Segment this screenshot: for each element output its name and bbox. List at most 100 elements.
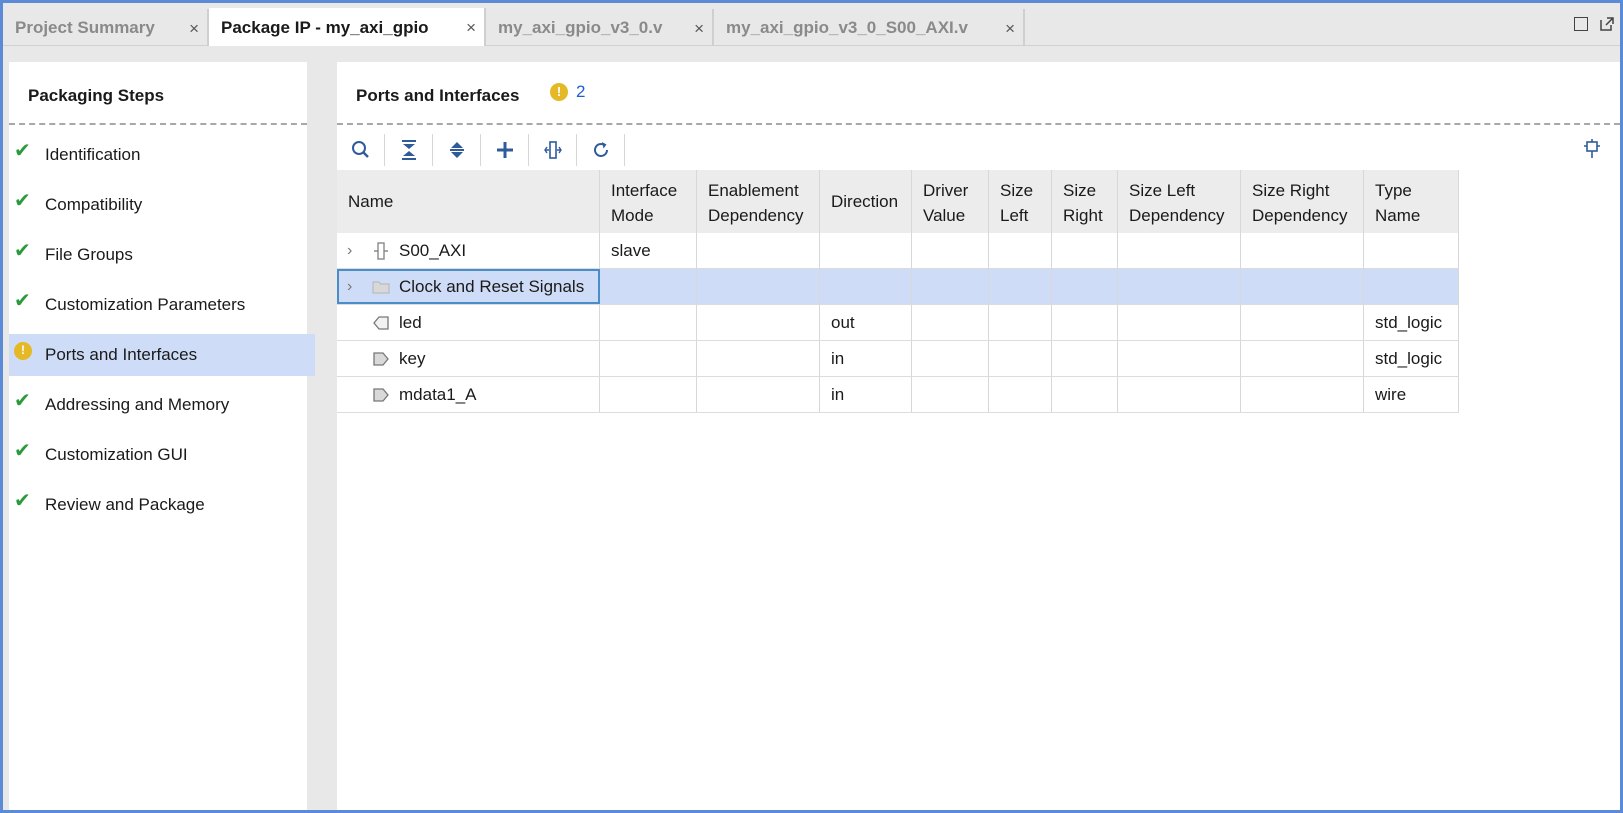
enablement-cell <box>697 341 820 376</box>
column-header-size-left[interactable]: Size Left <box>989 170 1052 233</box>
add-button[interactable] <box>481 134 529 166</box>
close-icon[interactable]: × <box>1005 19 1015 39</box>
table-toolbar <box>337 130 1620 170</box>
tab-label: Package IP - my_axi_gpio <box>221 17 429 37</box>
table-row[interactable]: › Clock and Reset Signals <box>337 269 1459 305</box>
output-port-icon <box>371 313 391 333</box>
type-name-cell <box>1364 269 1459 304</box>
refresh-button[interactable] <box>577 134 625 166</box>
column-header-name[interactable]: Name <box>337 170 600 233</box>
pin-button[interactable] <box>1582 138 1602 165</box>
column-header-size-right[interactable]: Size Right <box>1052 170 1118 233</box>
warning-indicator[interactable]: ! 2 <box>550 82 585 102</box>
enablement-cell <box>697 269 820 304</box>
table-row[interactable]: key in std_logic <box>337 341 1459 377</box>
close-icon[interactable]: × <box>694 19 704 39</box>
table-row[interactable]: mdata1_A in wire <box>337 377 1459 413</box>
ports-interfaces-panel: Ports and Interfaces ! 2 Name Interface … <box>337 62 1620 810</box>
size-right-cell <box>1052 305 1118 340</box>
row-name: key <box>399 348 426 368</box>
size-left-cell <box>989 341 1052 376</box>
chevron-right-icon[interactable]: › <box>347 242 361 260</box>
driver-value-cell <box>912 341 989 376</box>
step-identification[interactable]: ✔ Identification <box>9 134 315 176</box>
close-icon[interactable]: × <box>189 19 199 39</box>
name-cell[interactable]: led <box>337 305 600 340</box>
step-customization-parameters[interactable]: ✔ Customization Parameters <box>9 284 315 326</box>
step-label: Identification <box>45 145 141 164</box>
driver-value-cell <box>912 269 989 304</box>
step-file-groups[interactable]: ✔ File Groups <box>9 234 315 276</box>
panel-title: Packaging Steps <box>28 86 165 105</box>
step-compatibility[interactable]: ✔ Compatibility <box>9 184 315 226</box>
step-addressing-and-memory[interactable]: ✔ Addressing and Memory <box>9 384 315 426</box>
bus-interface-icon <box>371 241 391 261</box>
editor-tab-bar: Project Summary × Package IP - my_axi_gp… <box>3 3 1620 47</box>
step-ports-and-interfaces[interactable]: ! Ports and Interfaces <box>9 334 315 376</box>
step-label: Review and Package <box>45 495 205 514</box>
name-cell[interactable]: key <box>337 341 600 376</box>
size-right-dependency-cell <box>1241 233 1364 268</box>
row-name: led <box>399 312 422 332</box>
tab-my-axi-gpio-s00-axi-v[interactable]: my_axi_gpio_v3_0_S00_AXI.v × <box>714 9 1025 46</box>
table-row[interactable]: led out std_logic <box>337 305 1459 341</box>
size-left-dependency-cell <box>1118 305 1241 340</box>
enablement-cell <box>697 305 820 340</box>
tab-my-axi-gpio-v[interactable]: my_axi_gpio_v3_0.v × <box>486 9 714 46</box>
size-right-cell <box>1052 377 1118 412</box>
table-header: Name Interface Mode Enablement Dependenc… <box>337 170 1459 233</box>
column-header-driver-value[interactable]: Driver Value <box>912 170 989 233</box>
column-header-type-name[interactable]: Type Name <box>1364 170 1459 233</box>
direction-cell: in <box>820 377 912 412</box>
check-icon: ✔ <box>14 490 31 512</box>
step-review-and-package[interactable]: ✔ Review and Package <box>9 484 315 526</box>
expand-all-icon <box>449 142 464 158</box>
enablement-cell <box>697 377 820 412</box>
step-customization-gui[interactable]: ✔ Customization GUI <box>9 434 315 476</box>
interface-mode-cell: slave <box>600 233 697 268</box>
size-left-dependency-cell <box>1118 341 1241 376</box>
name-cell[interactable]: mdata1_A <box>337 377 600 412</box>
float-window-icon[interactable] <box>1600 17 1614 31</box>
column-header-direction[interactable]: Direction <box>820 170 912 233</box>
step-label: Ports and Interfaces <box>45 345 198 364</box>
column-header-interface-mode[interactable]: Interface Mode <box>600 170 697 233</box>
size-right-dependency-cell <box>1241 341 1364 376</box>
collapse-all-button[interactable] <box>385 134 433 166</box>
search-button[interactable] <box>337 134 385 166</box>
close-icon[interactable]: × <box>466 18 476 38</box>
search-icon <box>351 141 369 158</box>
step-label: Compatibility <box>45 195 143 214</box>
size-left-dependency-cell <box>1118 269 1241 304</box>
type-name-cell <box>1364 233 1459 268</box>
step-label: File Groups <box>45 245 133 264</box>
tab-package-ip[interactable]: Package IP - my_axi_gpio × <box>209 8 486 47</box>
collapse-all-icon <box>401 140 416 160</box>
input-port-icon <box>371 385 391 405</box>
driver-value-cell <box>912 233 989 268</box>
warning-count[interactable]: 2 <box>576 82 585 102</box>
chevron-right-icon[interactable]: › <box>347 278 361 296</box>
name-cell[interactable]: › S00_AXI <box>337 233 600 268</box>
row-name: mdata1_A <box>399 384 477 404</box>
type-name-cell: std_logic <box>1364 341 1459 376</box>
check-icon: ✔ <box>14 440 31 462</box>
check-icon: ✔ <box>14 390 31 412</box>
add-interface-button[interactable] <box>529 134 577 166</box>
column-header-size-left-dependency[interactable]: Size Left Dependency <box>1118 170 1241 233</box>
table-row[interactable]: › S00_AXI slave <box>337 233 1459 269</box>
column-header-enablement-dependency[interactable]: Enablement Dependency <box>697 170 820 233</box>
step-label: Customization Parameters <box>45 295 246 314</box>
size-left-cell <box>989 305 1052 340</box>
type-name-cell: std_logic <box>1364 305 1459 340</box>
size-left-cell <box>989 233 1052 268</box>
size-right-dependency-cell <box>1241 305 1364 340</box>
tab-project-summary[interactable]: Project Summary × <box>3 9 209 46</box>
maximize-icon[interactable] <box>1574 17 1588 31</box>
interface-mode-cell <box>600 377 697 412</box>
row-name: Clock and Reset Signals <box>399 276 585 296</box>
expand-all-button[interactable] <box>433 134 481 166</box>
warning-icon: ! <box>14 342 32 360</box>
column-header-size-right-dependency[interactable]: Size Right Dependency <box>1241 170 1364 233</box>
name-cell[interactable]: › Clock and Reset Signals <box>337 269 600 304</box>
